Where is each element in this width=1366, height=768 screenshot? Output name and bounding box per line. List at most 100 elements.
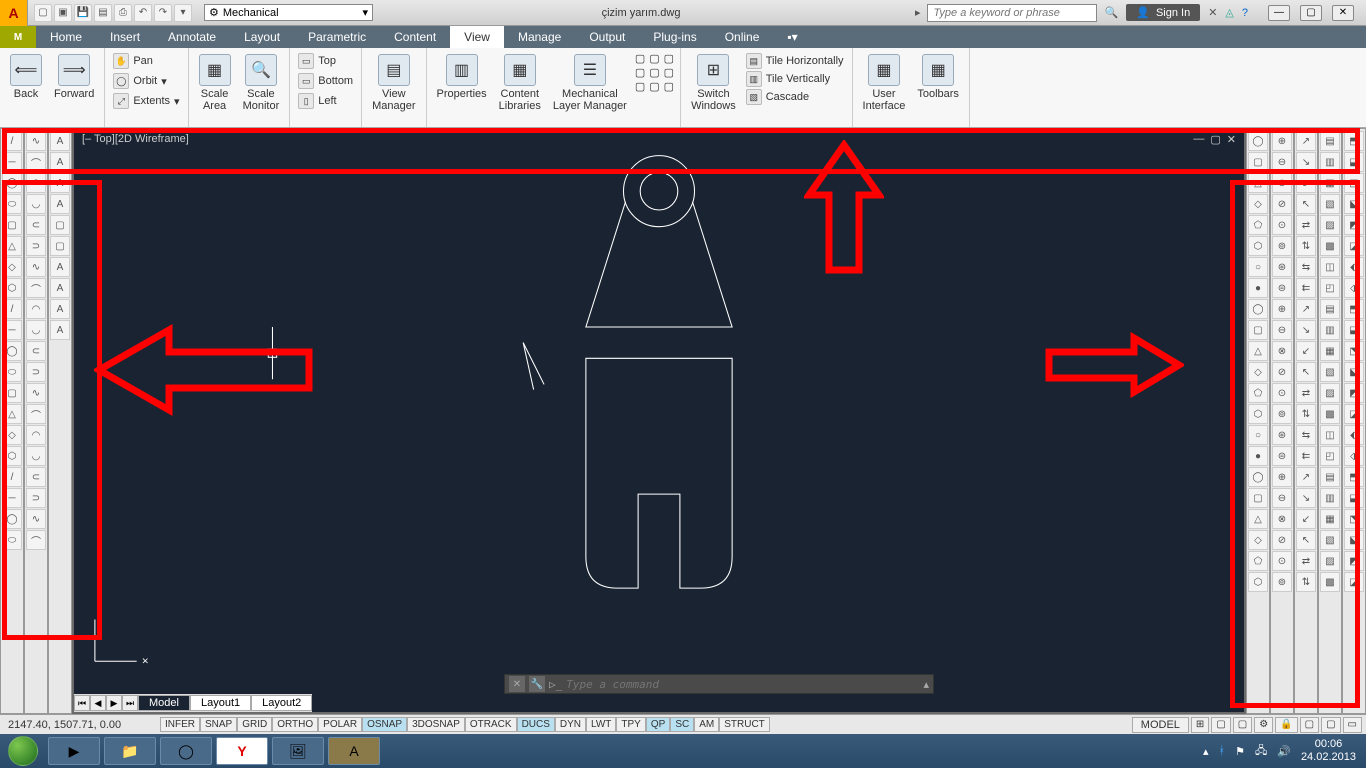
status-lwt[interactable]: LWT xyxy=(586,717,616,732)
draw-tool-14[interactable]: ◇ xyxy=(2,425,22,445)
pal1-icon[interactable]: ▢ xyxy=(635,52,645,65)
cmd-expand-icon[interactable]: ▴ xyxy=(923,678,929,691)
mod4-tool-12[interactable]: ▨ xyxy=(1320,383,1340,403)
mod3-tool-7[interactable]: ⇇ xyxy=(1296,278,1316,298)
draw2-tool-12[interactable]: ∿ xyxy=(26,383,46,403)
mod2-tool-15[interactable]: ⊜ xyxy=(1272,446,1292,466)
close-button[interactable]: ✕ xyxy=(1332,5,1354,21)
mod4-tool-4[interactable]: ▨ xyxy=(1320,215,1340,235)
draw2-tool-0[interactable]: ∿ xyxy=(26,131,46,151)
properties-button[interactable]: ▥Properties xyxy=(433,52,491,114)
layout-tab-2[interactable]: Layout2 xyxy=(251,695,312,711)
text-tool-2[interactable]: A xyxy=(50,173,70,193)
qat-save-icon[interactable]: 💾 xyxy=(74,4,92,22)
draw2-tool-5[interactable]: ⊃ xyxy=(26,236,46,256)
mod4-tool-8[interactable]: ▤ xyxy=(1320,299,1340,319)
pal3-icon[interactable]: ▢ xyxy=(664,52,674,65)
text-tool-7[interactable]: A xyxy=(50,278,70,298)
view-manager-button[interactable]: ▤View Manager xyxy=(368,52,419,114)
view-bottom-button[interactable]: ▭Bottom xyxy=(296,72,355,90)
mod2-tool-12[interactable]: ⊙ xyxy=(1272,383,1292,403)
clock[interactable]: 00:06 24.02.2013 xyxy=(1301,738,1356,764)
text-tool-4[interactable]: ▢ xyxy=(50,215,70,235)
mod2-tool-7[interactable]: ⊜ xyxy=(1272,278,1292,298)
mod2-tool-11[interactable]: ⊘ xyxy=(1272,362,1292,382)
status-hw-icon[interactable]: ▢ xyxy=(1300,717,1319,733)
tray-expand-icon[interactable]: ▴ xyxy=(1203,745,1209,758)
qat-saveas-icon[interactable]: ▤ xyxy=(94,4,112,22)
qat-more-icon[interactable]: ▾ xyxy=(174,4,192,22)
mod5-tool-20[interactable]: ◩ xyxy=(1344,551,1364,571)
coordinates[interactable]: 2147.40, 1507.71, 0.00 xyxy=(0,719,160,731)
tile-h-button[interactable]: ▤Tile Horizontally xyxy=(744,52,846,70)
draw2-tool-17[interactable]: ⊃ xyxy=(26,488,46,508)
layout-tab-model[interactable]: Model xyxy=(138,695,190,711)
mod1-tool-14[interactable]: ○ xyxy=(1248,425,1268,445)
status-grid[interactable]: GRID xyxy=(237,717,272,732)
text-tool-9[interactable]: A xyxy=(50,320,70,340)
draw-tool-11[interactable]: ⬭ xyxy=(2,362,22,382)
draw2-tool-10[interactable]: ⊂ xyxy=(26,341,46,361)
mod5-tool-1[interactable]: ⬓ xyxy=(1344,152,1364,172)
status-sc[interactable]: SC xyxy=(670,717,694,732)
mod3-tool-13[interactable]: ⇅ xyxy=(1296,404,1316,424)
status-osnap[interactable]: OSNAP xyxy=(362,717,407,732)
draw-tool-15[interactable]: ⬡ xyxy=(2,446,22,466)
draw-tool-8[interactable]: / xyxy=(2,299,22,319)
draw-tool-16[interactable]: / xyxy=(2,467,22,487)
draw-tool-9[interactable]: ─ xyxy=(2,320,22,340)
draw2-tool-3[interactable]: ◡ xyxy=(26,194,46,214)
mod4-tool-9[interactable]: ▥ xyxy=(1320,320,1340,340)
status-ortho[interactable]: ORTHO xyxy=(272,717,318,732)
command-input[interactable] xyxy=(566,678,919,691)
cmd-close-icon[interactable]: ✕ xyxy=(509,676,525,692)
text-tool-0[interactable]: A xyxy=(50,131,70,151)
draw2-tool-8[interactable]: ◠ xyxy=(26,299,46,319)
drawing-canvas[interactable]: [– Top][2D Wireframe] — ▢ ✕ × xyxy=(74,130,1244,712)
cascade-button[interactable]: ▧Cascade xyxy=(744,88,846,106)
mod2-tool-14[interactable]: ⊛ xyxy=(1272,425,1292,445)
pal7-icon[interactable]: ▢ xyxy=(635,80,645,93)
extents-button[interactable]: ⤢Extents ▾ xyxy=(111,92,181,110)
mod4-tool-19[interactable]: ▧ xyxy=(1320,530,1340,550)
mod2-tool-18[interactable]: ⊗ xyxy=(1272,509,1292,529)
draw-tool-12[interactable]: ▢ xyxy=(2,383,22,403)
command-line[interactable]: ✕ 🔧 ▷_ ▴ xyxy=(504,674,934,694)
mod5-tool-9[interactable]: ⬓ xyxy=(1344,320,1364,340)
mod2-tool-9[interactable]: ⊖ xyxy=(1272,320,1292,340)
mod1-tool-0[interactable]: ◯ xyxy=(1248,131,1268,151)
mod2-tool-2[interactable]: ⊗ xyxy=(1272,173,1292,193)
mod3-tool-15[interactable]: ⇇ xyxy=(1296,446,1316,466)
draw2-tool-19[interactable]: ⌒ xyxy=(26,530,46,550)
text-tool-6[interactable]: A xyxy=(50,257,70,277)
tab-expand-icon[interactable]: ▪▾ xyxy=(773,26,811,48)
text-tool-5[interactable]: ▢ xyxy=(50,236,70,256)
mod1-tool-4[interactable]: ⬠ xyxy=(1248,215,1268,235)
mod3-tool-11[interactable]: ↖ xyxy=(1296,362,1316,382)
flag-icon[interactable]: ⚑ xyxy=(1235,745,1245,758)
mod2-tool-10[interactable]: ⊗ xyxy=(1272,341,1292,361)
cmd-wrench-icon[interactable]: 🔧 xyxy=(529,676,545,692)
mod5-tool-17[interactable]: ⬓ xyxy=(1344,488,1364,508)
mod5-tool-16[interactable]: ⬒ xyxy=(1344,467,1364,487)
mod3-tool-4[interactable]: ⇄ xyxy=(1296,215,1316,235)
draw2-tool-2[interactable]: ◠ xyxy=(26,173,46,193)
draw-tool-7[interactable]: ⬡ xyxy=(2,278,22,298)
draw-tool-4[interactable]: ▢ xyxy=(2,215,22,235)
mod5-tool-2[interactable]: ⬔ xyxy=(1344,173,1364,193)
signin-button[interactable]: 👤 Sign In xyxy=(1126,4,1200,21)
help-icon[interactable]: ? xyxy=(1242,7,1248,19)
mod1-tool-13[interactable]: ⬡ xyxy=(1248,404,1268,424)
mod2-tool-13[interactable]: ⊚ xyxy=(1272,404,1292,424)
volume-icon[interactable]: 🔊 xyxy=(1277,745,1291,758)
mod3-tool-12[interactable]: ⇄ xyxy=(1296,383,1316,403)
draw-tool-2[interactable]: ◯ xyxy=(2,173,22,193)
tab-online[interactable]: Online xyxy=(711,26,774,48)
status-clean-icon[interactable]: ▭ xyxy=(1343,717,1362,733)
pal4-icon[interactable]: ▢ xyxy=(635,66,645,79)
pan-button[interactable]: ✋Pan xyxy=(111,52,181,70)
mod2-tool-16[interactable]: ⊕ xyxy=(1272,467,1292,487)
mod5-tool-19[interactable]: ⬕ xyxy=(1344,530,1364,550)
mod1-tool-9[interactable]: ▢ xyxy=(1248,320,1268,340)
status-snap[interactable]: SNAP xyxy=(200,717,237,732)
